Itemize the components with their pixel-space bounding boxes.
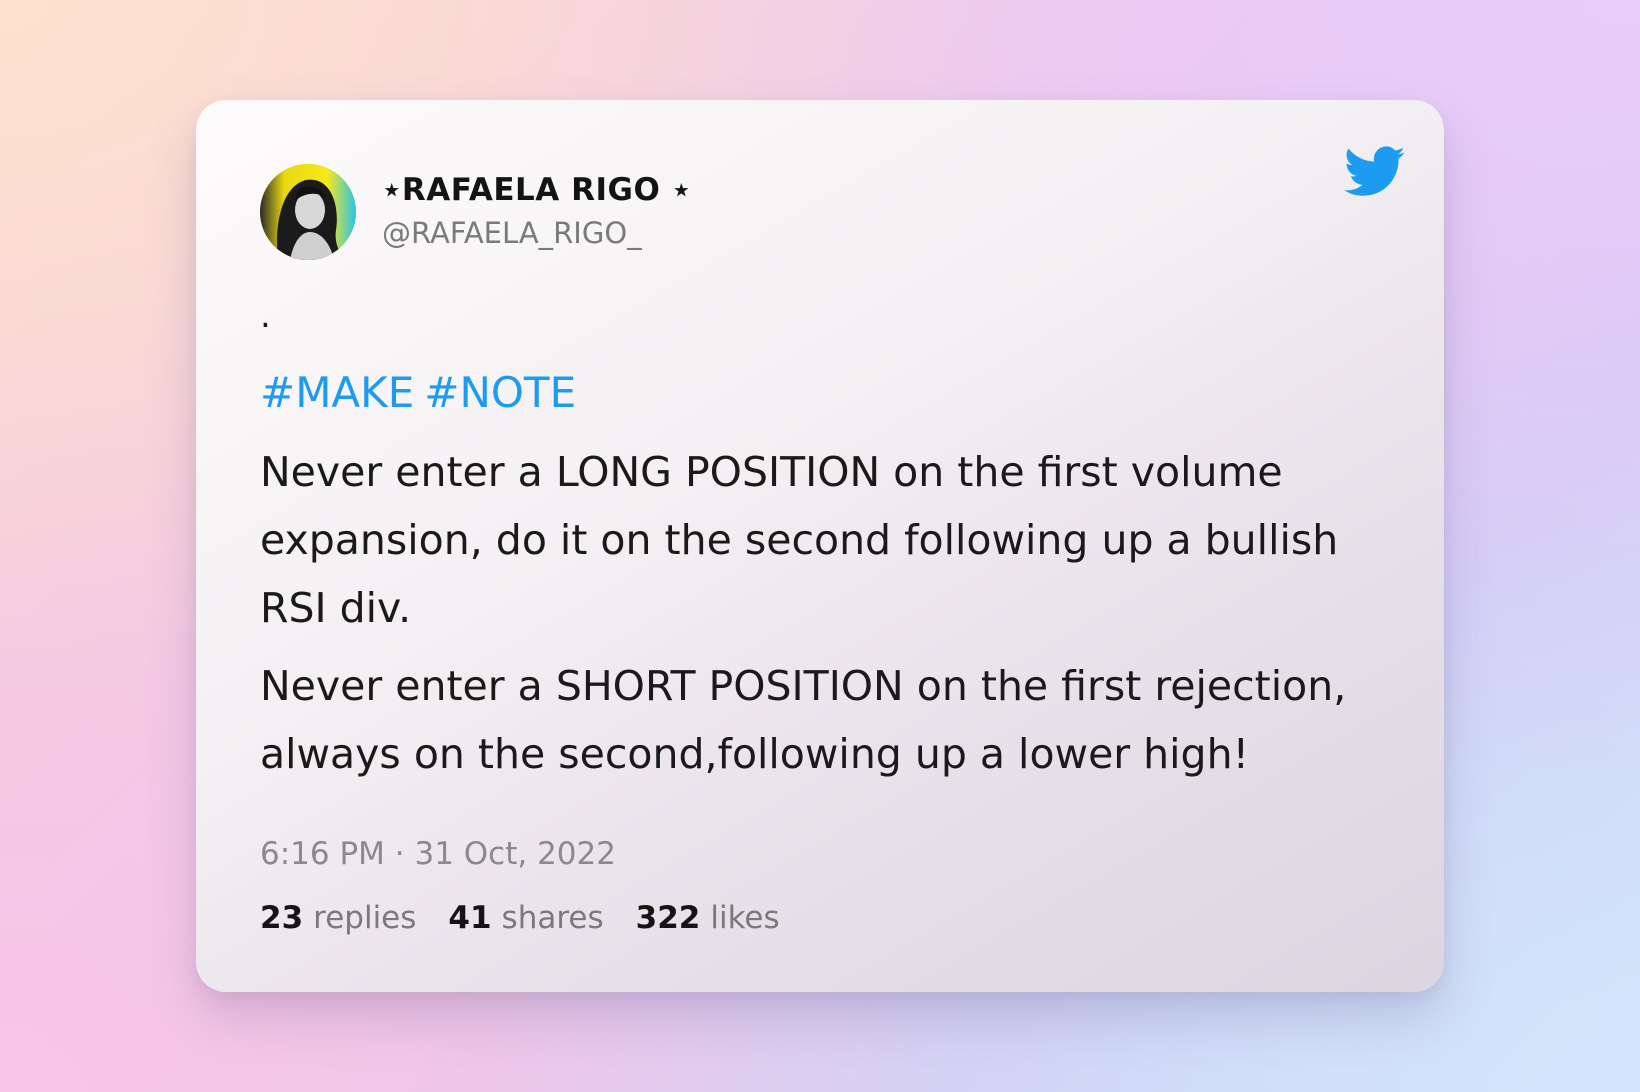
author-handle[interactable]: @RAFAELA_RIGO_ xyxy=(382,216,642,250)
tweet-paragraph: Never enter a SHORT POSITION on the firs… xyxy=(260,662,1347,778)
shares-label: shares xyxy=(501,900,604,936)
replies-count: 23 xyxy=(260,900,304,936)
shares-count: 41 xyxy=(448,900,492,936)
hashtag-row: #MAKE #NOTE xyxy=(260,368,586,417)
likes-stat[interactable]: 322 likes xyxy=(636,900,780,936)
twitter-bird-icon[interactable] xyxy=(1344,146,1406,198)
replies-stat[interactable]: 23 replies xyxy=(260,900,416,936)
tweet-timestamp[interactable]: 6:16 PM · 31 Oct, 2022 xyxy=(260,836,616,872)
tweet-first-line: . xyxy=(260,296,271,336)
likes-count: 322 xyxy=(635,900,701,936)
avatar-image xyxy=(260,164,356,260)
hashtag-link[interactable]: #NOTE xyxy=(424,368,576,417)
shares-stat[interactable]: 41 shares xyxy=(448,900,603,936)
tweet-paragraph: Never enter a LONG POSITION on the first… xyxy=(260,448,1339,632)
author-display-name[interactable]: ⋆RAFAELA RIGO ⋆ xyxy=(382,172,692,208)
replies-label: replies xyxy=(313,900,417,936)
tweet-card: ⋆RAFAELA RIGO ⋆ @RAFAELA_RIGO_ . #MAKE #N… xyxy=(196,100,1444,992)
likes-label: likes xyxy=(710,900,780,936)
engagement-stats: 23 replies 41 shares 322 likes xyxy=(260,900,780,936)
avatar[interactable] xyxy=(260,164,356,260)
hashtag-link[interactable]: #MAKE xyxy=(260,368,414,417)
